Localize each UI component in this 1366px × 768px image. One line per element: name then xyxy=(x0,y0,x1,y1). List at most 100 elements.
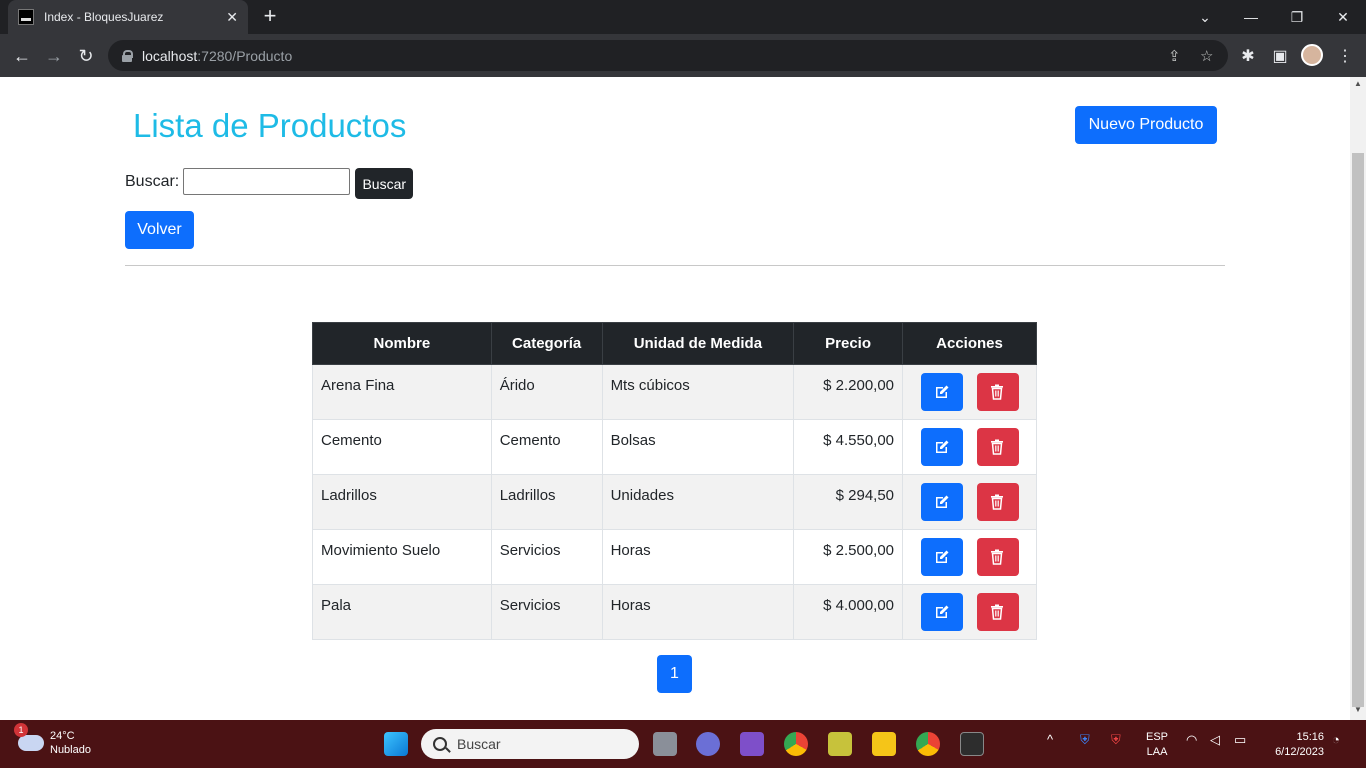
table-header-row: Nombre Categoría Unidad de Medida Precio… xyxy=(312,322,1037,365)
cell-unidad: Unidades xyxy=(601,474,795,530)
scroll-up-icon[interactable]: ▲ xyxy=(1354,79,1362,88)
pagination-page-1[interactable]: 1 xyxy=(657,655,692,693)
cell-precio: $ 2.200,00 xyxy=(793,364,904,420)
new-tab-button[interactable]: + xyxy=(258,5,282,29)
cell-nombre: Pala xyxy=(312,584,492,640)
url-host: localhost xyxy=(142,47,198,64)
snipping-tool-icon[interactable] xyxy=(828,732,852,756)
url-path: :7280/Producto xyxy=(197,47,293,64)
edit-button[interactable] xyxy=(920,593,963,631)
task-view-icon[interactable] xyxy=(653,732,677,756)
browser-tab[interactable]: Index - BloquesJuarez ✕ xyxy=(8,0,248,34)
cell-categoria: Servicios xyxy=(490,529,603,585)
taskbar-search[interactable]: Buscar xyxy=(421,729,639,759)
share-icon[interactable]: ⇪ xyxy=(1168,47,1181,65)
close-window-button[interactable]: ✕ xyxy=(1320,0,1366,34)
cell-nombre: Movimiento Suelo xyxy=(312,529,492,585)
page-scrollbar[interactable]: ▲ ▼ xyxy=(1350,77,1366,720)
browser-toolbar: ← → ↻ localhost:7280/Producto ⇪ ☆ ✱ ▣ ⋮ xyxy=(0,34,1366,77)
delete-button[interactable] xyxy=(976,428,1019,466)
start-windows-icon[interactable] xyxy=(384,732,408,756)
visual-studio-icon[interactable] xyxy=(740,732,764,756)
cell-precio: $ 2.500,00 xyxy=(793,529,904,585)
header-unidad: Unidad de Medida xyxy=(601,322,795,365)
cell-acciones xyxy=(902,419,1037,475)
battery-icon[interactable]: ▭ xyxy=(1234,732,1246,748)
scroll-down-icon[interactable]: ▼ xyxy=(1354,705,1362,714)
search-icon xyxy=(433,737,447,751)
edit-button[interactable] xyxy=(920,538,963,576)
edit-button[interactable] xyxy=(920,428,963,466)
table-row: Pala Servicios Horas $ 4.000,00 xyxy=(312,584,1037,640)
wifi-icon[interactable]: ◠ xyxy=(1186,732,1197,748)
cloud-icon: 1 xyxy=(14,723,44,751)
tab-search-icon[interactable]: ⌄ xyxy=(1182,0,1228,34)
defender-shield-icon[interactable]: ⛨ xyxy=(1080,732,1090,748)
back-button[interactable]: Volver xyxy=(125,211,194,249)
tab-strip: Index - BloquesJuarez ✕ + ⌄ — ❐ ✕ xyxy=(0,0,1366,34)
cell-categoria: Ladrillos xyxy=(490,474,603,530)
cell-categoria: Servicios xyxy=(490,584,603,640)
restore-button[interactable]: ❐ xyxy=(1274,0,1320,34)
forward-icon[interactable]: → xyxy=(41,43,67,69)
table-row: Movimiento Suelo Servicios Horas $ 2.500,00 xyxy=(312,529,1037,585)
new-product-button[interactable]: Nuevo Producto xyxy=(1075,106,1217,144)
volume-icon[interactable]: ◁ xyxy=(1210,732,1220,748)
chrome-icon[interactable] xyxy=(784,732,808,756)
delete-button[interactable] xyxy=(976,593,1019,631)
cell-unidad: Mts cúbicos xyxy=(601,364,795,420)
table-row: Arena Fina Árido Mts cúbicos $ 2.200,00 xyxy=(312,364,1037,420)
table-row: Ladrillos Ladrillos Unidades $ 294,50 xyxy=(312,474,1037,530)
side-panel-icon[interactable]: ▣ xyxy=(1269,45,1291,67)
table-row: Cemento Cemento Bolsas $ 4.550,00 xyxy=(312,419,1037,475)
cell-acciones xyxy=(902,529,1037,585)
header-categoria: Categoría xyxy=(490,322,603,365)
notification-bell-icon[interactable]: ◔ xyxy=(1332,732,1340,747)
scrollbar-thumb[interactable] xyxy=(1352,153,1364,707)
search-button[interactable]: Buscar xyxy=(355,168,414,199)
minimize-button[interactable]: — xyxy=(1228,0,1274,34)
lock-icon xyxy=(122,49,133,62)
tray-overflow-icon[interactable]: ^ xyxy=(1047,732,1053,747)
cell-precio: $ 4.000,00 xyxy=(793,584,904,640)
clock-time: 15:16 xyxy=(1296,731,1324,743)
menu-kebab-icon[interactable]: ⋮ xyxy=(1334,45,1356,67)
delete-button[interactable] xyxy=(976,373,1019,411)
edit-button[interactable] xyxy=(920,483,963,521)
search-input[interactable] xyxy=(183,168,351,195)
terminal-icon[interactable] xyxy=(960,732,984,756)
language-indicator[interactable]: ESP LAA xyxy=(1146,730,1168,760)
cell-unidad: Horas xyxy=(601,529,795,585)
cell-precio: $ 294,50 xyxy=(793,474,904,530)
edit-button[interactable] xyxy=(920,373,963,411)
site-favicon-icon xyxy=(18,9,34,25)
address-bar[interactable]: localhost:7280/Producto ⇪ ☆ xyxy=(108,40,1228,71)
close-tab-icon[interactable]: ✕ xyxy=(226,9,238,26)
reload-icon[interactable]: ↻ xyxy=(73,43,99,69)
file-explorer-icon[interactable] xyxy=(872,732,896,756)
tab-title: Index - BloquesJuarez xyxy=(44,10,164,24)
weather-temp: 24°C xyxy=(50,730,75,742)
back-icon[interactable]: ← xyxy=(9,43,35,69)
system-clock[interactable]: 15:16 6/12/2023 xyxy=(1262,730,1324,760)
header-precio: Precio xyxy=(793,322,904,365)
weather-widget[interactable]: 1 24°C Nublado xyxy=(14,723,91,757)
security-shield-icon[interactable]: ⛨ xyxy=(1111,732,1121,748)
bookmark-star-icon[interactable]: ☆ xyxy=(1200,47,1213,65)
layout-code: LAA xyxy=(1146,746,1168,758)
cell-nombre: Arena Fina xyxy=(312,364,492,420)
extensions-icon[interactable]: ✱ xyxy=(1237,45,1259,67)
search-label: Buscar: xyxy=(125,172,180,190)
clock-date: 6/12/2023 xyxy=(1275,746,1324,758)
chrome-profile-icon[interactable] xyxy=(916,732,940,756)
delete-button[interactable] xyxy=(976,538,1019,576)
page-content: Lista de Productos Nuevo Producto Buscar… xyxy=(0,77,1350,720)
search-form: Buscar: Buscar xyxy=(125,164,414,199)
windows-taskbar: 1 24°C Nublado Buscar ^ ⛨ ⛨ ESP LAA ◠ ◁ … xyxy=(0,720,1366,768)
cell-unidad: Horas xyxy=(601,584,795,640)
teams-chat-icon[interactable] xyxy=(696,732,720,756)
delete-button[interactable] xyxy=(976,483,1019,521)
lang-code: ESP xyxy=(1146,731,1169,743)
weather-badge: 1 xyxy=(14,723,28,737)
profile-avatar[interactable] xyxy=(1301,44,1323,66)
